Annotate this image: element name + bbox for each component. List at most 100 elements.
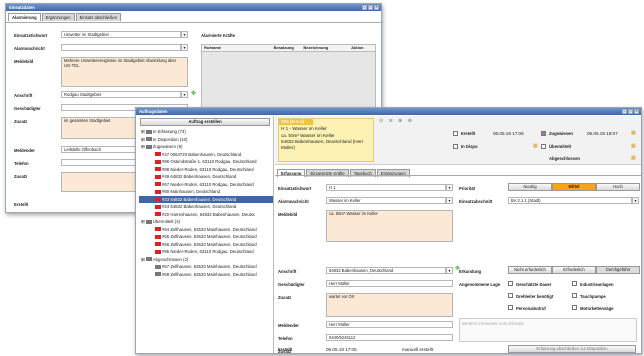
alarm-field[interactable]: Wasser im Keller [326,197,446,204]
tree-order-item[interactable]: #47 0064720 Babenhausen, Deutschland [139,151,273,159]
tree-group[interactable]: ⊞ Übermittelt (4) [139,218,273,226]
col-aktion[interactable]: Aktion [351,45,375,51]
tree-group[interactable]: ⊞ Zugewiesen (9) [139,143,273,151]
col-besatzung[interactable]: Besatzung [274,45,304,51]
calendar-icon[interactable]: ▦ [631,130,636,136]
label-erstellt-bottom: Erstellt [278,347,293,352]
tree-order-item[interactable]: #23 64832 Babenhausen, Deutschland [139,195,273,203]
abschnitt-field[interactable]: BA 2.1.1 (Stadt) [508,197,632,204]
notes-area[interactable]: Weitere Hinweise zum Einsatz [459,318,637,342]
col-rufname[interactable]: Rufname [202,45,274,51]
uebermittelt-check[interactable] [541,144,546,149]
tree-label: #24 64832 Babenhausen, Deutschland [162,204,237,209]
zugewiesen-check[interactable] [541,131,546,136]
telefon-field[interactable]: 0440/5245112 [326,334,453,341]
status-abgeschlossen: Abgeschlossen [549,156,580,161]
tree-order-item[interactable]: #20 Harreshausen, 64832 Babenhausen, Deu… [139,211,273,219]
tree-group[interactable]: ⊞ Abgeschlossen (2) [139,256,273,264]
tree-order-item[interactable]: #88 Nieder-Roden, 63110 Rodgau, Deutschl… [139,166,273,174]
melder-field[interactable]: Herr Müller [326,321,453,328]
folder-icon [145,219,152,224]
check-personalnotruf[interactable] [508,305,513,310]
prio-hoch-button[interactable]: Hoch [596,183,640,191]
label-geschaedigter: Geschädigter [278,282,305,287]
erkundung-erforderlich-button[interactable]: Erforderlich [552,266,596,274]
minimize-icon[interactable]: – [622,109,627,114]
create-order-button[interactable]: Auftrag erstellen [140,118,270,126]
minimize-icon[interactable]: – [362,5,367,10]
tree-order-item[interactable]: #69 Zellhausen, 63533 Mainhausen, Deutsc… [139,271,273,279]
tree-order-item[interactable]: #65 Zellhausen, 63533 Mainhausen, Deutsc… [139,233,273,241]
chevron-down-icon[interactable]: ▾ [181,31,188,38]
zusatz-field[interactable]: wartet vor Ort [326,293,453,317]
window-title: Auftragsdaten [139,109,168,114]
tree-order-item[interactable]: #67 Nieder-Roden, 63110 Rodgau, Deutschl… [139,181,273,189]
chevron-down-icon[interactable]: ▾ [632,197,639,204]
tree-group[interactable]: ⊞ In Disposition (10) [139,136,273,144]
check-industrie-label: Industrieanlagen [580,282,614,287]
check-dauer[interactable] [508,281,513,286]
stichwort-field[interactable]: Unwetter im Stadtgebiet [61,31,181,38]
check-industrie[interactable] [572,281,577,286]
stichwort-field[interactable]: H 1 [326,184,446,191]
alert-icon [155,249,161,254]
tree-group[interactable]: ⊞ In Erfassung (73) [139,128,273,136]
chevron-down-icon[interactable]: ▾ [446,184,453,191]
tab-alarmierung[interactable]: Alarmierung [8,13,41,21]
alarm-field[interactable] [61,44,181,51]
meldebild-field[interactable]: Mehrere Unwetterereignisse im Stadtgebie… [61,57,188,87]
chevron-down-icon[interactable]: ▾ [446,267,453,274]
prio-niedrig-button[interactable]: Niedrig [508,183,552,191]
close-icon[interactable]: × [634,109,639,114]
tree-order-item[interactable]: #67 Zellhausen, 63533 Mainhausen, Deutsc… [139,263,273,271]
maximize-icon[interactable]: □ [628,109,633,114]
prio-mittel-button[interactable]: Mittel [552,183,596,191]
erkundung-durchgefuehrt-button[interactable]: Durchgeführt [596,266,640,274]
col-bezeichnung[interactable]: Bezeichnung [303,45,351,51]
tab-ergaenzungen[interactable]: Ergänzungen [41,13,75,21]
tree-order-item[interactable]: #86 Ostendstraße 1, 63110 Rodgau, Deutsc… [139,158,273,166]
close-icon[interactable]: × [374,5,379,10]
calendar-icon[interactable]: ▦ [631,143,636,149]
indispo-check[interactable] [453,144,458,149]
check-motorsaege[interactable] [572,305,577,310]
tree-order-item[interactable]: #84 Zellhausen, 63533 Mainhausen, Deutsc… [139,226,273,234]
header-tool-icons[interactable]: ⊙ ≋ ⊗ ⊛ [379,118,414,124]
alert-icon [155,204,161,209]
tree-order-item[interactable]: #66 Zellhausen, 63533 Mainhausen, Deutsc… [139,241,273,249]
alert-icon [155,174,161,179]
chevron-down-icon[interactable]: ▾ [181,91,188,98]
anschrift-field[interactable]: Rodgau Stadtgebiet [61,91,181,98]
tree-order-item[interactable]: #24 64832 Babenhausen, Deutschland [139,203,273,211]
anschrift-field[interactable]: 64832 Babenhausen, Deutschland [326,267,446,274]
check-tauchpumpe[interactable] [572,293,577,298]
alert-icon [155,227,161,232]
tree-order-item[interactable]: #80 Mainhausen, Deutschland [139,188,273,196]
tree-label: #49 64832 Babenhausen, Deutschland [162,174,237,179]
map-icon[interactable]: ✥ [191,91,197,97]
chevron-down-icon[interactable]: ▾ [181,44,188,51]
calendar-icon[interactable]: ▦ [533,143,538,149]
label-alarm: Alarmnachricht [14,46,45,51]
label-telefon: Telefon [278,336,293,341]
erstellt-check[interactable] [453,131,458,136]
tree-order-item[interactable]: #95 Nieder-Roden, 63110 Rodgau, Deutschl… [139,248,273,256]
window-titlebar: Auftragsdaten – □ × [136,108,641,115]
meldebild-field[interactable]: ca. 50m² Wasser im Keller [326,210,453,242]
check-drehleiter[interactable] [508,293,513,298]
status-erstellt: Erstellt [461,131,476,136]
divider [6,22,383,23]
chevron-down-icon[interactable]: ▾ [446,197,453,204]
tree-order-item[interactable]: #49 64832 Babenhausen, Deutschland [139,173,273,181]
tree-label: #67 Zellhausen, 63533 Mainhausen, Deutsc… [162,264,257,269]
tree-label: #88 Nieder-Roden, 63110 Rodgau, Deutschl… [162,166,254,172]
geschaedigter-field[interactable]: Herr Müller [326,280,453,287]
calendar-icon[interactable]: ▦ [631,155,636,161]
alert-icon [155,212,161,217]
folder-icon [145,137,152,142]
erkundung-nicht-button[interactable]: Nicht erforderlich [508,266,552,274]
finish-button[interactable]: Erfassung abschließen zur Disposition [508,345,636,353]
maximize-icon[interactable]: □ [368,5,373,10]
tab-einsatz-abschliessen[interactable]: Einsatz abschließen [75,13,122,21]
alert-icon [155,159,161,164]
